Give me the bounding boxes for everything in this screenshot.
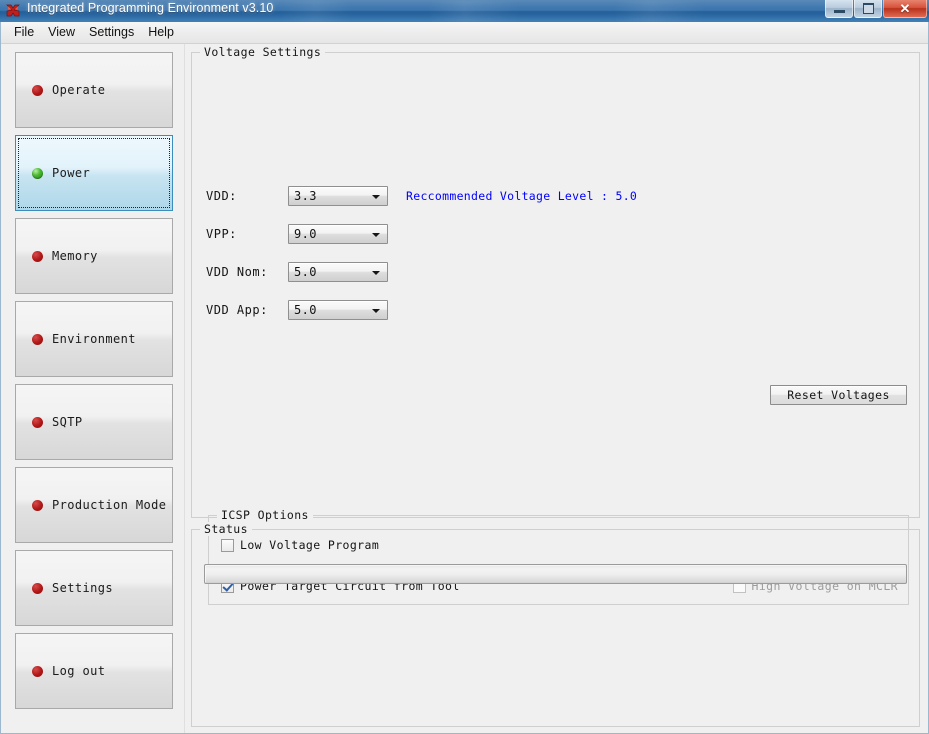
status-dot-icon bbox=[32, 250, 43, 262]
vdd-app-value: 5.0 bbox=[294, 303, 317, 317]
vpp-select[interactable]: 9.0 bbox=[288, 224, 388, 244]
voltage-rows: VDD: 3.3 Reccommended Voltage Level : 5.… bbox=[206, 177, 637, 329]
close-button[interactable]: ✕ bbox=[883, 0, 927, 18]
sidebar-item-label: Operate bbox=[52, 83, 106, 97]
status-title: Status bbox=[200, 522, 252, 536]
vpp-label: VPP: bbox=[206, 227, 237, 241]
butterfly-app-icon bbox=[6, 4, 20, 17]
status-dot-icon bbox=[32, 167, 43, 179]
recommended-voltage-text: Reccommended Voltage Level : 5.0 bbox=[406, 189, 638, 203]
menu-item-settings[interactable]: Settings bbox=[82, 23, 141, 42]
client-area: File View Settings Help Operate Power Me… bbox=[0, 22, 929, 734]
menu-item-file[interactable]: File bbox=[7, 23, 41, 42]
status-dot-icon bbox=[32, 499, 43, 511]
body-split: Operate Power Memory Environment SQTP Pr… bbox=[1, 44, 928, 733]
sidebar-item-label: Production Mode bbox=[52, 498, 167, 512]
status-dot-icon bbox=[32, 84, 43, 96]
status-dot-icon bbox=[32, 333, 43, 345]
voltage-settings-group: Voltage Settings VDD: 3.3 Reccommended V… bbox=[191, 45, 920, 605]
sidebar-navigation: Operate Power Memory Environment SQTP Pr… bbox=[1, 44, 185, 733]
status-dot-icon bbox=[32, 582, 43, 594]
sidebar-item-sqtp[interactable]: SQTP bbox=[15, 384, 173, 460]
icsp-options-title: ICSP Options bbox=[217, 508, 313, 522]
voltage-row-vdd-nom: VDD Nom: 5.0 bbox=[206, 253, 637, 291]
sidebar-item-label: Log out bbox=[52, 664, 106, 678]
chevron-down-icon bbox=[372, 271, 380, 275]
voltage-row-vdd-app: VDD App: 5.0 bbox=[206, 291, 637, 329]
sidebar-item-label: Environment bbox=[52, 332, 136, 346]
content-pane: Voltage Settings VDD: 3.3 Reccommended V… bbox=[185, 44, 928, 733]
vdd-nom-select[interactable]: 5.0 bbox=[288, 262, 388, 282]
voltage-row-vdd: VDD: 3.3 Reccommended Voltage Level : 5.… bbox=[206, 177, 637, 215]
menu-item-view[interactable]: View bbox=[41, 23, 82, 42]
sidebar-item-label: Power bbox=[52, 166, 91, 180]
status-dot-icon bbox=[32, 416, 43, 428]
vdd-app-select[interactable]: 5.0 bbox=[288, 300, 388, 320]
status-group: Status bbox=[191, 522, 920, 727]
sidebar-item-memory[interactable]: Memory bbox=[15, 218, 173, 294]
sidebar-item-production-mode[interactable]: Production Mode bbox=[15, 467, 173, 543]
minimize-icon bbox=[833, 10, 845, 13]
sidebar-item-operate[interactable]: Operate bbox=[15, 52, 173, 128]
title-bar[interactable]: Integrated Programming Environment v3.10… bbox=[0, 0, 929, 22]
close-icon: ✕ bbox=[899, 1, 911, 16]
chevron-down-icon bbox=[372, 233, 380, 237]
vdd-app-label: VDD App: bbox=[206, 303, 268, 317]
vdd-label: VDD: bbox=[206, 189, 237, 203]
window-title: Integrated Programming Environment v3.10 bbox=[27, 1, 274, 15]
menu-bar: File View Settings Help bbox=[1, 22, 928, 44]
voltage-settings-title: Voltage Settings bbox=[200, 45, 326, 59]
vdd-nom-value: 5.0 bbox=[294, 265, 317, 279]
sidebar-item-label: Memory bbox=[52, 249, 98, 263]
application-window: Integrated Programming Environment v3.10… bbox=[0, 0, 929, 734]
chevron-down-icon bbox=[372, 309, 380, 313]
sidebar-item-label: SQTP bbox=[52, 415, 83, 429]
sidebar-item-label: Settings bbox=[52, 581, 113, 595]
window-controls: ✕ bbox=[825, 0, 927, 18]
vdd-select[interactable]: 3.3 bbox=[288, 186, 388, 206]
maximize-icon bbox=[862, 3, 874, 14]
status-dot-icon bbox=[32, 665, 43, 677]
chevron-down-icon bbox=[372, 195, 380, 199]
vpp-value: 9.0 bbox=[294, 227, 317, 241]
vdd-nom-label: VDD Nom: bbox=[206, 265, 268, 279]
sidebar-item-log-out[interactable]: Log out bbox=[15, 633, 173, 709]
sidebar-item-power[interactable]: Power bbox=[15, 135, 173, 211]
voltage-row-vpp: VPP: 9.0 bbox=[206, 215, 637, 253]
reset-voltages-button[interactable]: Reset Voltages bbox=[770, 385, 907, 405]
minimize-button[interactable] bbox=[825, 0, 853, 18]
maximize-button[interactable] bbox=[854, 0, 882, 18]
vdd-value: 3.3 bbox=[294, 189, 317, 203]
status-progress-bar[interactable] bbox=[204, 564, 907, 584]
menu-item-help[interactable]: Help bbox=[141, 23, 181, 42]
sidebar-item-environment[interactable]: Environment bbox=[15, 301, 173, 377]
sidebar-item-settings[interactable]: Settings bbox=[15, 550, 173, 626]
